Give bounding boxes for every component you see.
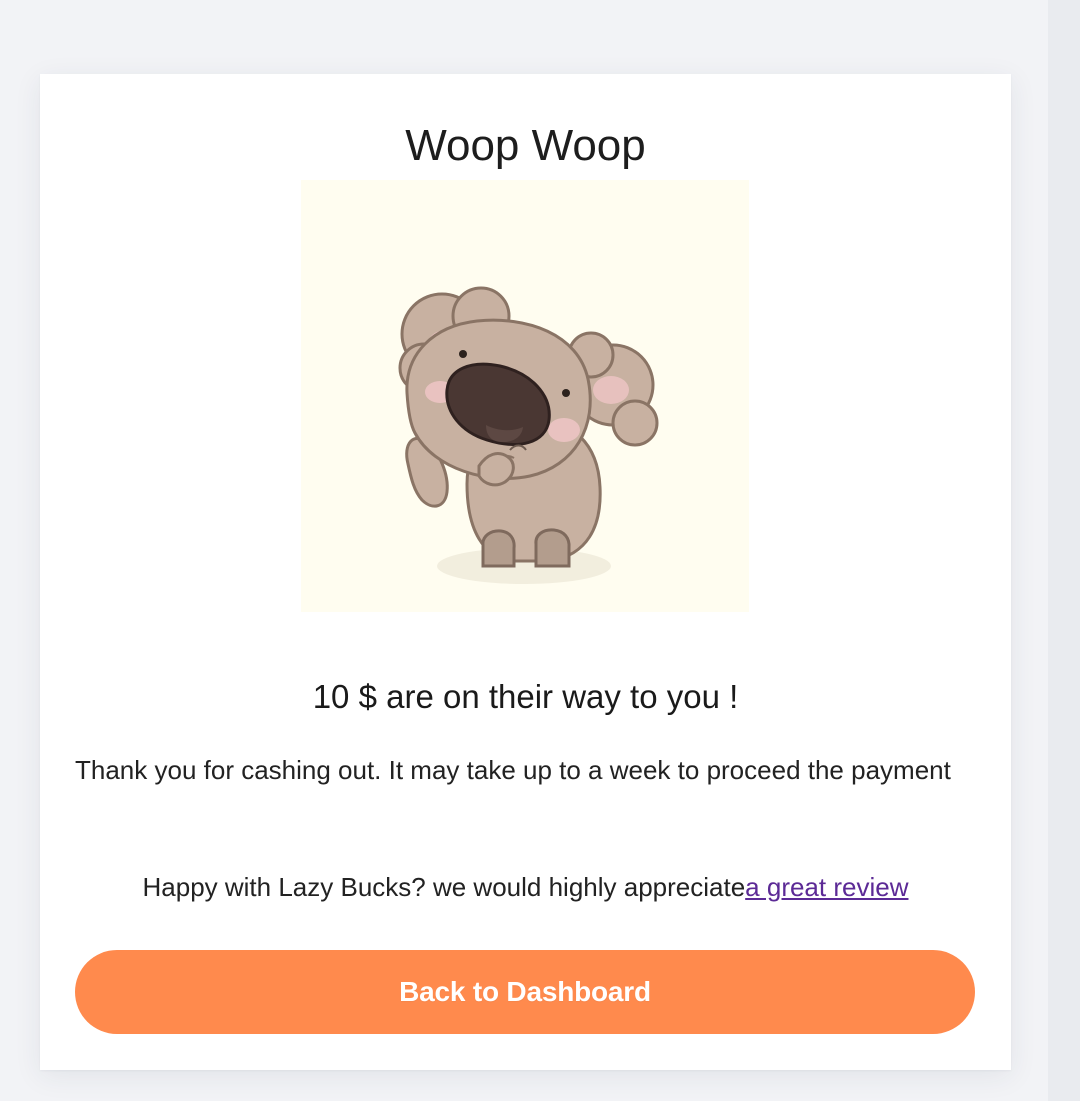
review-prompt: Happy with Lazy Bucks? we would highly a… — [40, 870, 1011, 904]
page-side-strip — [1048, 0, 1080, 1101]
page-title: Woop Woop — [405, 121, 646, 170]
cashout-success-card: Woop Woop 10 $ are on their way to you !… — [40, 74, 1011, 1070]
processing-message: Thank you for cashing out. It may take u… — [75, 755, 951, 785]
review-prompt-text: Happy with Lazy Bucks? we would highly a… — [142, 872, 746, 902]
back-to-dashboard-button[interactable]: Back to Dashboard — [75, 950, 975, 1034]
payout-headline: 10 $ are on their way to you ! — [312, 678, 739, 715]
great-review-link[interactable]: a great review — [745, 872, 908, 902]
koala-illustration — [301, 180, 749, 612]
